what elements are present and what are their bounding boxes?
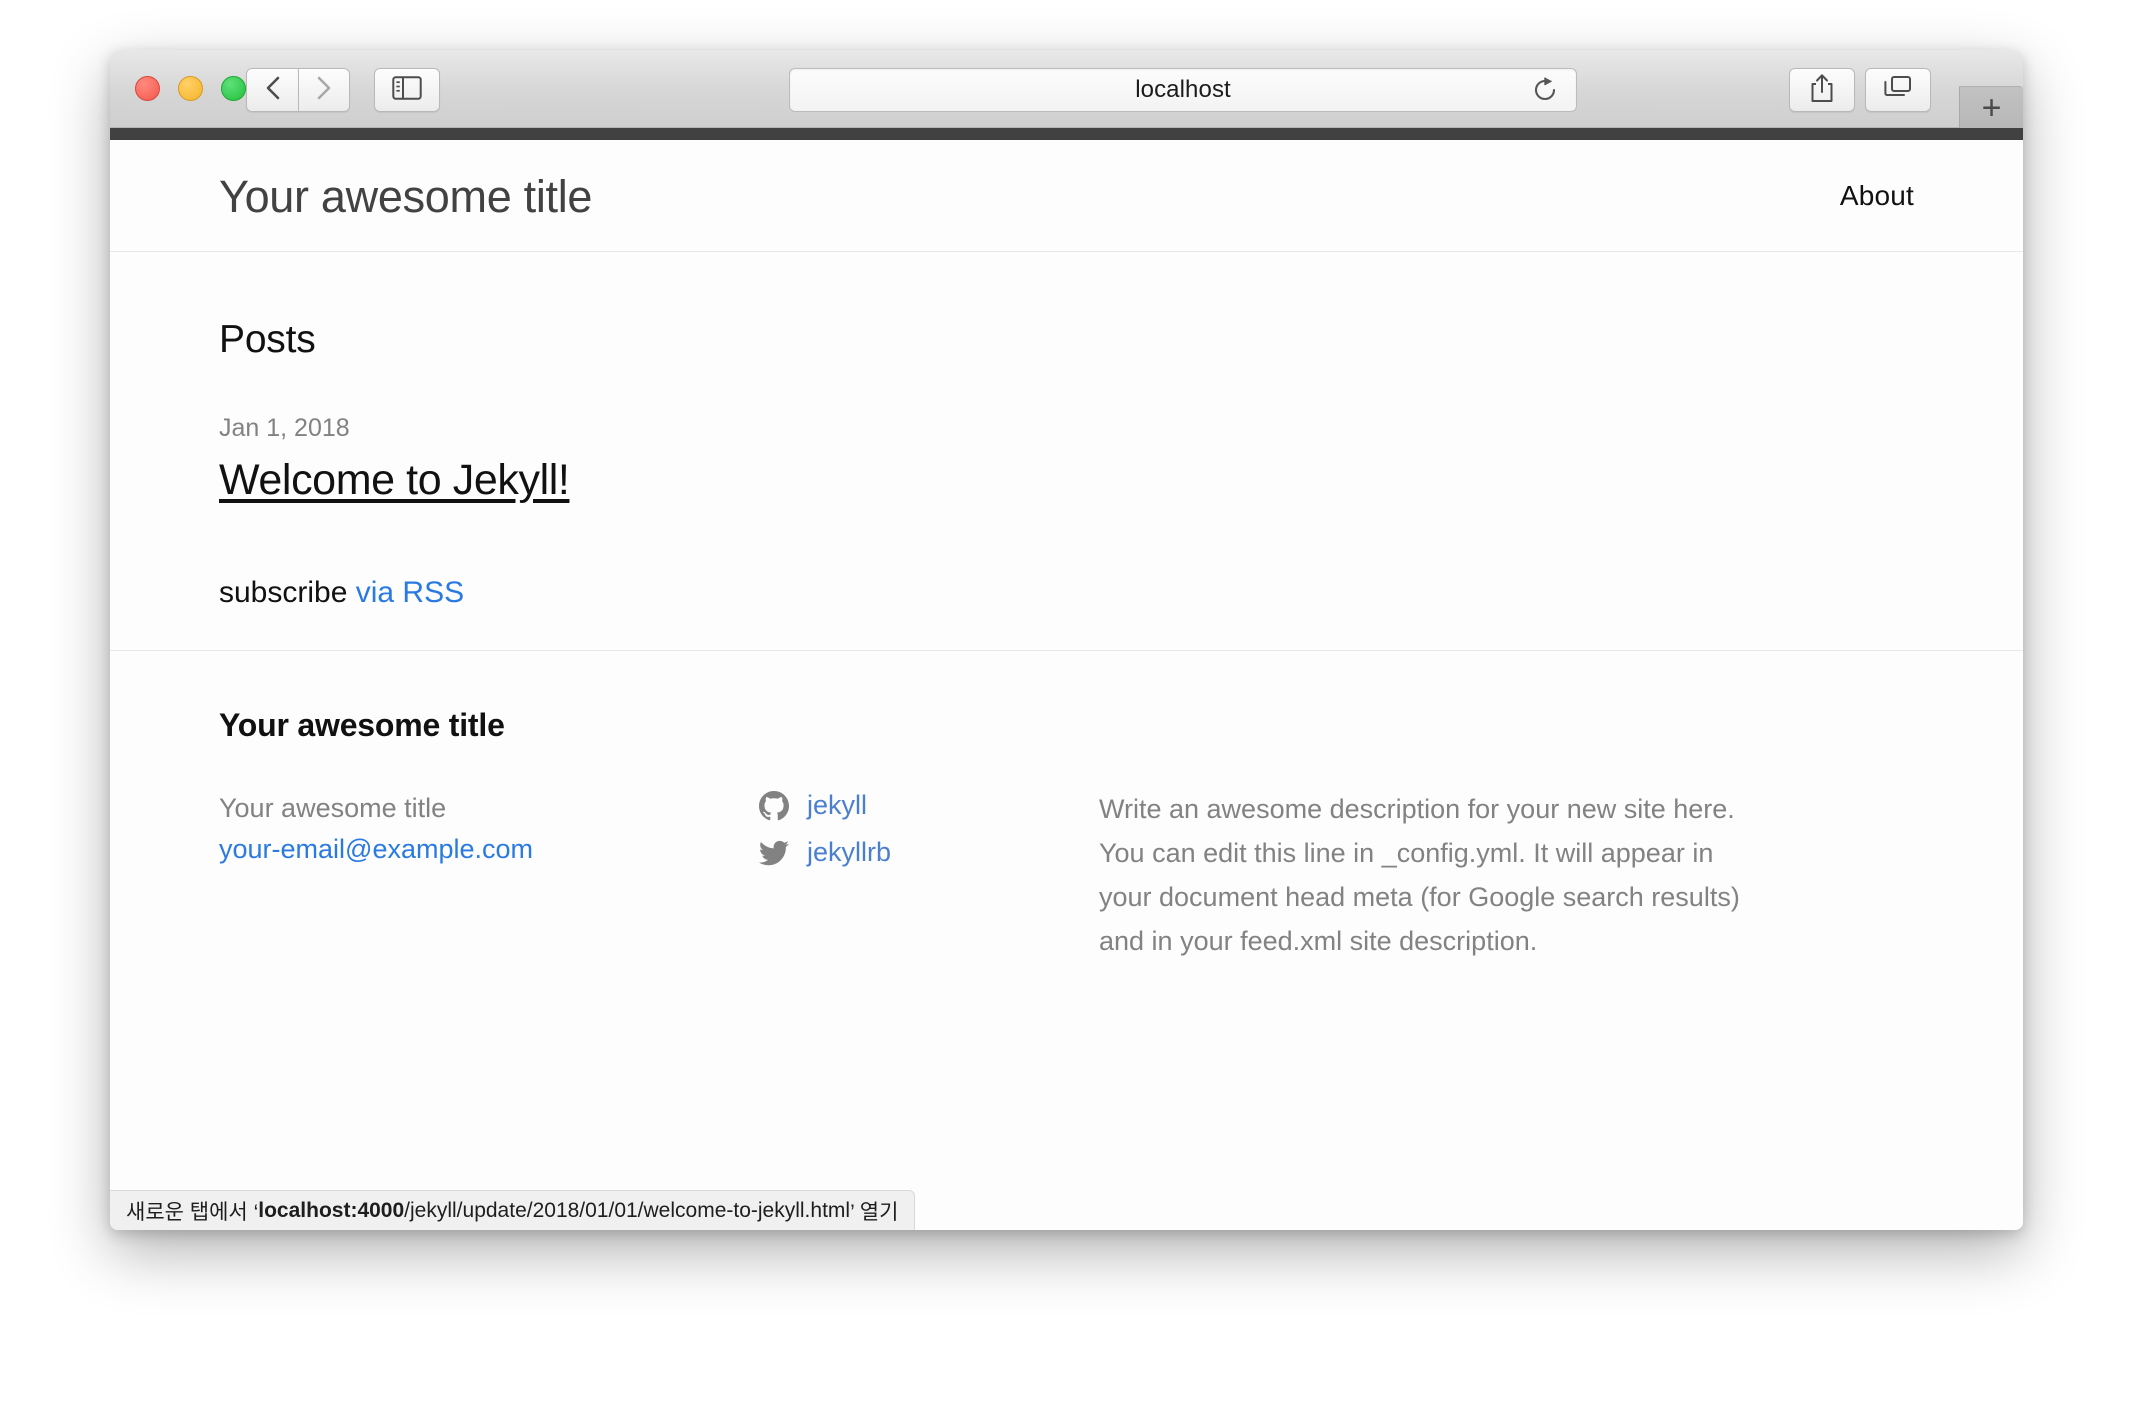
status-bar-tooltip: 새로운 탭에서 ‘localhost:4000/jekyll/update/20… [110,1190,916,1230]
footer-social-column: jekyll jekyllrb [759,788,1099,884]
chevron-left-icon [265,75,281,106]
share-button[interactable] [1789,68,1855,112]
tabs-overview-icon [1884,75,1912,106]
social-item-github: jekyll [759,790,1099,821]
subscribe-label: subscribe [219,576,356,610]
social-link-github[interactable]: jekyll [807,790,867,821]
contact-list: Your awesome title your-email@example.co… [219,788,759,869]
footer-description-column: Write an awesome description for your ne… [1099,788,1759,963]
share-icon [1809,73,1835,108]
nav-link-about[interactable]: About [1840,180,1914,212]
sidebar-icon [392,75,422,105]
subscribe-line: subscribe via RSS [219,576,1914,610]
toolbar-dark-divider [110,128,2023,140]
posts-heading: Posts [219,318,316,361]
social-link-twitter[interactable]: jekyllrb [807,837,891,868]
status-path: /jekyll/update/2018/01/01/welcome-to-jek… [404,1198,851,1222]
footer-columns: Your awesome title your-email@example.co… [219,788,1914,963]
footer-contact-column: Your awesome title your-email@example.co… [219,788,759,869]
status-prefix: 새로운 탭에서 ‘ [126,1200,259,1224]
status-suffix: ’ 열기 [850,1200,899,1224]
new-tab-button[interactable]: + [1959,86,2023,128]
footer-description: Write an awesome description for your ne… [1099,794,1740,956]
minimize-window-button[interactable] [178,76,203,101]
contact-email-item: your-email@example.com [219,829,759,870]
close-window-button[interactable] [135,76,160,101]
browser-window: localhost + Your awesome title About Pos… [110,50,2023,1230]
social-item-twitter: jekyllrb [759,837,1099,868]
post-list-item: Jan 1, 2018 Welcome to Jekyll! [219,414,1914,504]
zoom-window-button[interactable] [221,76,246,101]
new-tab-label: + [1981,88,2002,127]
footer-heading: Your awesome title [219,707,505,744]
site-nav: About [1840,180,1914,212]
show-all-tabs-button[interactable] [1865,68,1931,112]
github-icon [759,790,789,821]
window-controls [135,76,246,101]
forward-button[interactable] [298,68,350,112]
contact-email-link[interactable]: your-email@example.com [219,834,533,864]
address-text: localhost [1135,76,1231,103]
browser-toolbar: localhost + [110,50,2023,128]
page-viewport: Your awesome title About Posts Jan 1, 20… [110,140,2023,1230]
chevron-right-icon [316,75,332,106]
site-footer: Your awesome title Your awesome title yo… [110,650,2023,963]
sidebar-toggle-button[interactable] [374,68,440,112]
contact-name: Your awesome title [219,793,447,824]
site-header: Your awesome title About [110,140,2023,252]
status-host: localhost:4000 [258,1198,405,1222]
main-content: Posts Jan 1, 2018 Welcome to Jekyll! sub… [110,252,2023,650]
reload-icon[interactable] [1532,77,1558,103]
social-list: jekyll jekyllrb [759,790,1099,868]
address-bar[interactable]: localhost [789,68,1577,112]
twitter-icon [759,838,789,868]
post-date: Jan 1, 2018 [219,414,350,442]
rss-feed-link[interactable]: via RSS [356,576,464,609]
post-title-link[interactable]: Welcome to Jekyll! [219,456,570,504]
site-title[interactable]: Your awesome title [219,174,592,219]
back-button[interactable] [246,68,298,112]
